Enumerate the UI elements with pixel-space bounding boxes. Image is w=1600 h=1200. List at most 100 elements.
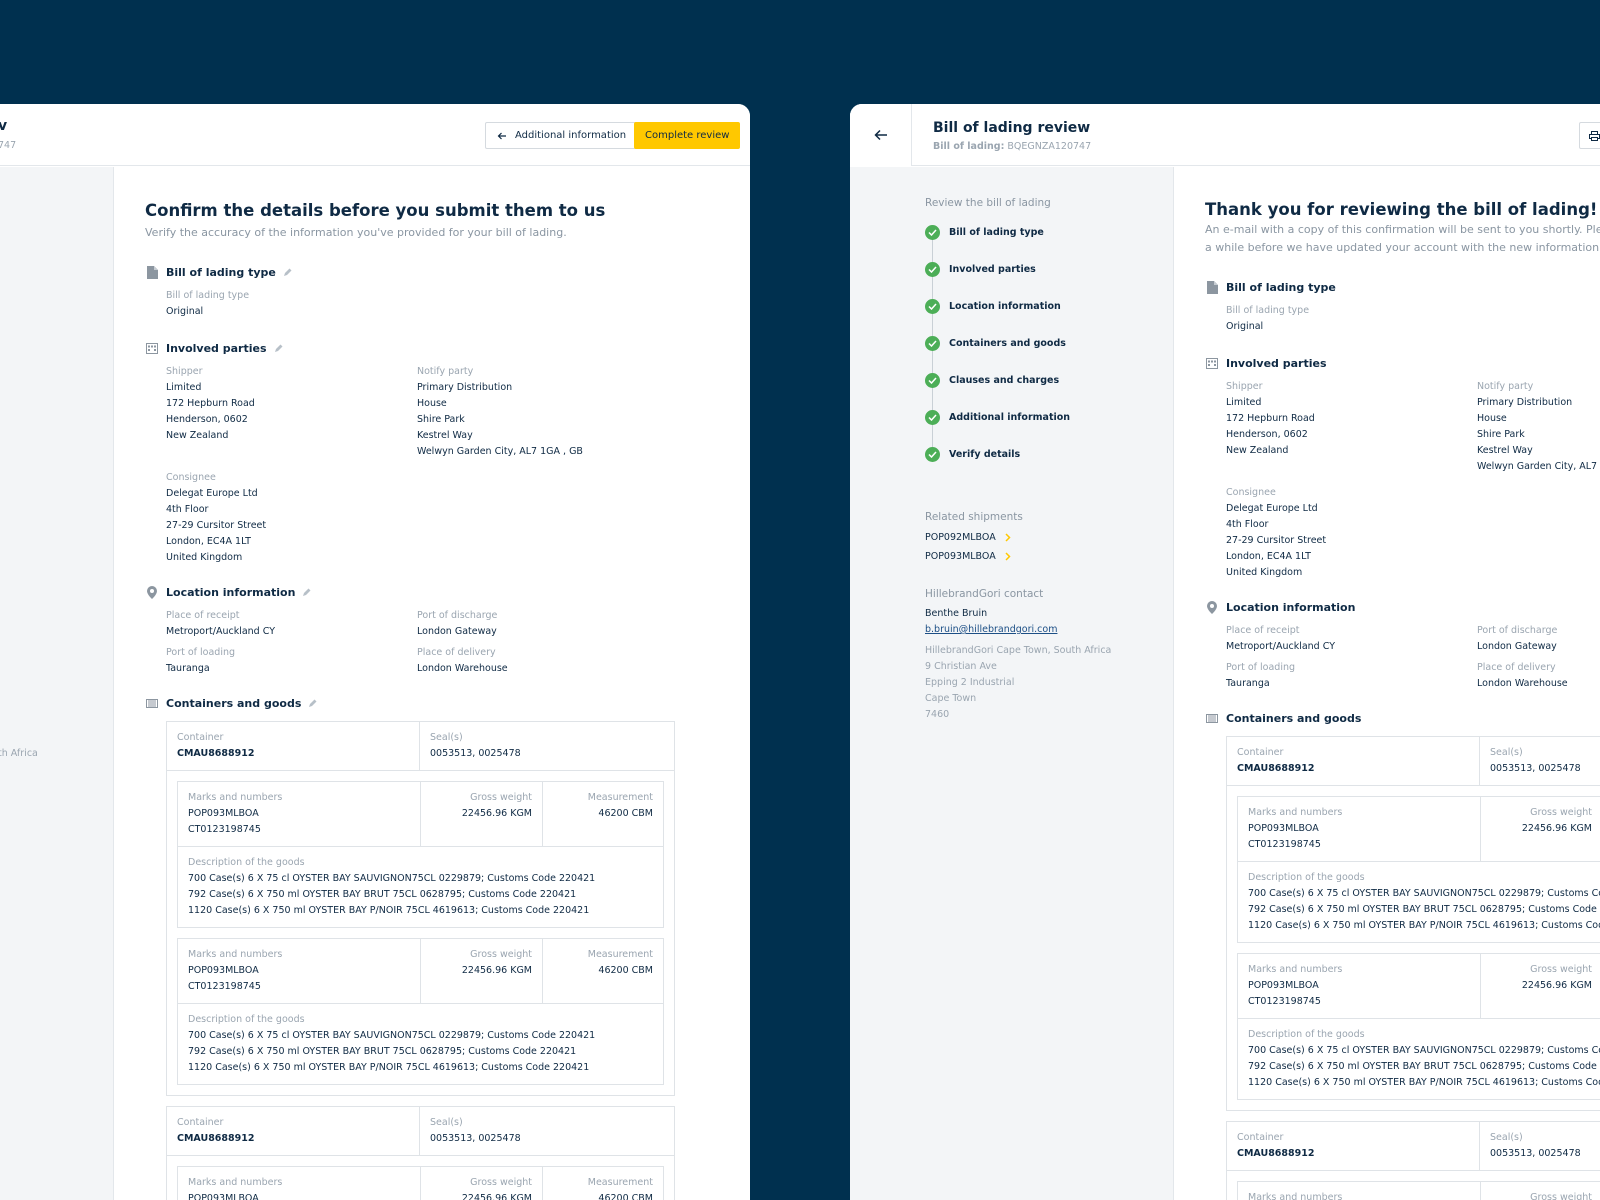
contact-email-link[interactable]: b.bruin@hillebrandgori.com xyxy=(925,622,1165,638)
marks-line: POP093MLBOA xyxy=(188,965,259,976)
contact-address-line: Epping 2 Industrial xyxy=(925,677,1015,688)
step-verify-details[interactable]: Verify details xyxy=(925,436,1165,473)
consignee-line: London, EC4A 1LT xyxy=(1226,551,1311,562)
marks-label: Marks and numbers xyxy=(188,949,283,960)
confirm-details-panel: v 747 Additional information Complete re… xyxy=(0,104,750,1200)
marks-label: Marks and numbers xyxy=(1248,1192,1343,1200)
sidebar-address-fragment: th Africa xyxy=(0,748,38,759)
additional-information-back-button[interactable]: Additional information xyxy=(485,122,639,149)
container-card: Container CMAU8688912 Seal(s) 0053513, 0… xyxy=(1226,736,1600,1111)
notify-line: Kestrel Way xyxy=(1477,445,1533,456)
step-label: Bill of lading type xyxy=(949,227,1044,238)
involved-parties-title: Involved parties xyxy=(1226,356,1327,370)
location-section: Location information Place of receipt Me… xyxy=(1207,599,1600,692)
location-section: Location information Place of receipt Me… xyxy=(147,584,705,677)
step-location-information[interactable]: Location information xyxy=(925,288,1165,336)
seals-value: 0053513, 0025478 xyxy=(1490,1148,1581,1159)
port-of-loading-label: Port of loading xyxy=(1226,662,1296,673)
marks-line: CT0123198745 xyxy=(1248,839,1321,850)
building-icon xyxy=(1205,356,1219,370)
notify-line: House xyxy=(417,398,447,409)
right-header: Bill of lading review Bill of lading: BQ… xyxy=(850,104,1600,166)
container-label: Container xyxy=(1237,1132,1284,1143)
goods-description-line: 700 Case(s) 6 X 75 cl OYSTER BAY SAUVIGN… xyxy=(188,1030,596,1041)
involved-parties-section: Involved parties Shipper Limited 172 Hep… xyxy=(1206,355,1600,581)
seals-value: 0053513, 0025478 xyxy=(430,748,521,759)
place-of-delivery-label: Place of delivery xyxy=(1477,662,1556,673)
seals-value: 0053513, 0025478 xyxy=(1490,763,1581,774)
step-containers-and-goods[interactable]: Containers and goods xyxy=(925,325,1165,373)
step-label: Location information xyxy=(949,301,1061,312)
right-review-body: Thank you for reviewing the bill of ladi… xyxy=(1205,200,1600,1200)
notify-line: Shire Park xyxy=(1477,429,1525,440)
consignee-line: Delegat Europe Ltd xyxy=(166,488,258,499)
related-shipment-id: POP093MLBOA xyxy=(925,550,996,562)
gross-weight-value: 22456.96 KGM xyxy=(461,808,532,819)
bol-type-value: Original xyxy=(1226,321,1264,332)
edit-pencil-icon[interactable] xyxy=(308,699,317,708)
goods-description-line: 792 Case(s) 6 X 750 ml OYSTER BAY BRUT 7… xyxy=(1248,1061,1600,1072)
related-shipment-link[interactable]: POP093MLBOA xyxy=(925,547,1165,566)
goods-card: Marks and numbers POP093MLBOA CT01231987… xyxy=(1237,953,1600,1100)
step-label: Verify details xyxy=(949,449,1021,460)
bol-type-label: Bill of lading type xyxy=(1226,305,1310,316)
step-additional-information[interactable]: Additional information xyxy=(925,399,1165,447)
bill-of-lading-label: Bill of lading: xyxy=(933,141,1005,152)
print-button[interactable] xyxy=(1579,122,1600,149)
goods-description-line: 792 Case(s) 6 X 750 ml OYSTER BAY BRUT 7… xyxy=(188,1046,577,1057)
shipper-line: Henderson, 0602 xyxy=(166,414,248,425)
goods-card: Marks and numbers POP093MLBOA CT01231987… xyxy=(177,781,664,928)
related-shipments-title: Related shipments xyxy=(925,511,1023,523)
seals-label: Seal(s) xyxy=(430,1117,463,1128)
back-button[interactable] xyxy=(850,104,912,166)
arrow-left-icon xyxy=(497,131,507,141)
bol-type-section: Bill of lading type Bill of lading type … xyxy=(1206,279,1600,335)
left-header: v 747 Additional information Complete re… xyxy=(0,104,750,166)
gross-weight-value: 22456.96 KGM xyxy=(1521,823,1592,834)
marks-line: CT0123198745 xyxy=(188,824,261,835)
place-of-receipt-label: Place of receipt xyxy=(166,610,240,621)
left-review-body: Confirm the details before you submit th… xyxy=(145,201,705,1200)
consignee-line: London, EC4A 1LT xyxy=(166,536,251,547)
seals-label: Seal(s) xyxy=(1490,747,1523,758)
marks-line: POP093MLBOA xyxy=(188,1193,259,1200)
right-content: Thank you for reviewing the bill of ladi… xyxy=(1174,167,1600,1200)
seals-label: Seal(s) xyxy=(1490,1132,1523,1143)
goods-card: Marks and numbers POP093MLBOA CT01231987… xyxy=(177,1166,664,1200)
measurement-value: 46200 CBM xyxy=(598,965,653,976)
edit-pencil-icon[interactable] xyxy=(274,344,283,353)
measurement-label: Measurement xyxy=(587,949,653,960)
notify-line: Welwyn Garden City, AL7 1GA , GB xyxy=(417,446,583,457)
step-bill-of-lading-type[interactable]: Bill of lading type xyxy=(925,214,1165,262)
step-involved-parties[interactable]: Involved parties xyxy=(925,251,1165,299)
consignee-line: United Kingdom xyxy=(166,552,243,563)
shipper-line: Limited xyxy=(1226,397,1262,408)
shipper-line: New Zealand xyxy=(1226,445,1289,456)
notify-party-label: Notify party xyxy=(1477,381,1534,392)
chevron-right-icon xyxy=(1005,533,1011,542)
step-clauses-and-charges[interactable]: Clauses and charges xyxy=(925,362,1165,410)
seals-value: 0053513, 0025478 xyxy=(430,1133,521,1144)
document-icon xyxy=(145,265,159,279)
notify-party-label: Notify party xyxy=(417,366,474,377)
step-label: Involved parties xyxy=(949,264,1036,275)
check-icon xyxy=(925,299,940,314)
port-of-discharge-value: London Gateway xyxy=(417,626,497,637)
check-icon xyxy=(925,373,940,388)
gross-weight-label: Gross weight xyxy=(470,792,532,803)
goods-description-label: Description of the goods xyxy=(188,857,305,868)
thank-you-title: Thank you for reviewing the bill of ladi… xyxy=(1205,200,1598,219)
marks-label: Marks and numbers xyxy=(1248,964,1343,975)
marks-line: POP093MLBOA xyxy=(1248,980,1319,991)
edit-pencil-icon[interactable] xyxy=(283,268,292,277)
place-of-receipt-label: Place of receipt xyxy=(1226,625,1300,636)
related-shipment-link[interactable]: POP092MLBOA xyxy=(925,528,1165,547)
edit-pencil-icon[interactable] xyxy=(302,588,311,597)
check-icon xyxy=(925,225,940,240)
bol-type-section: Bill of lading type Bill of lading type … xyxy=(146,264,705,320)
complete-review-button[interactable]: Complete review xyxy=(634,122,741,149)
container-id: CMAU8688912 xyxy=(1237,1148,1315,1159)
container-id: CMAU8688912 xyxy=(177,748,255,759)
port-of-loading-value: Tauranga xyxy=(1226,678,1270,689)
notify-line: Welwyn Garden City, AL7 1G xyxy=(1477,461,1600,472)
